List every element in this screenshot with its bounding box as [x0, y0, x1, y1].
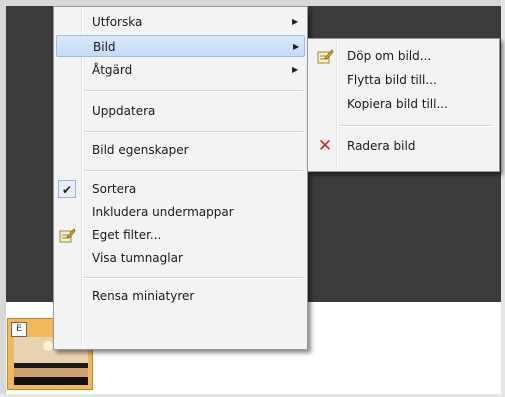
menu-separator [84, 277, 303, 279]
menu-item-label: Bild [93, 40, 116, 54]
menu-item-label: Rensa miniatyrer [92, 289, 195, 303]
menu-item-inkludera-undermappar[interactable]: Inkludera undermappar [56, 201, 305, 223]
menu-item-label: Inkludera undermappar [92, 205, 234, 219]
submenu-item-label: Flytta bild till... [347, 73, 437, 87]
menu-item-bild[interactable]: Bild ▶ [56, 35, 305, 57]
edit-icon [58, 226, 76, 244]
menu-item-utforska[interactable]: Utforska ▶ [56, 11, 305, 33]
menu-item-label: Visa tumnaglar [92, 251, 183, 265]
submenu-arrow-icon: ▶ [293, 42, 300, 51]
thumbnail-ground [14, 377, 88, 385]
bild-submenu: Döp om bild... Flytta bild till... Kopie… [307, 38, 500, 172]
submenu-item-label: Kopiera bild till... [347, 97, 448, 111]
submenu-item-flytta-bild[interactable]: Flytta bild till... [310, 69, 497, 91]
submenu-arrow-icon: ▶ [292, 65, 299, 74]
menu-item-label: Bild egenskaper [92, 143, 189, 157]
menu-item-label: Uppdatera [92, 104, 156, 118]
delete-icon: ✕ [317, 136, 333, 156]
menu-item-uppdatera[interactable]: Uppdatera [56, 100, 305, 122]
submenu-item-dop-om-bild[interactable]: Döp om bild... [310, 45, 497, 67]
menu-item-label: Eget filter... [92, 228, 162, 242]
thumbnail-sun [43, 341, 53, 351]
checkmark-icon: ✔ [58, 180, 76, 198]
menu-item-label: Åtgärd [92, 63, 133, 77]
rename-icon [316, 47, 334, 65]
thumbnail-badge: E [11, 322, 27, 337]
menu-separator [84, 170, 303, 172]
menu-separator [84, 131, 303, 133]
window-frame-right [501, 0, 505, 397]
menu-separator [84, 90, 303, 92]
menu-item-label: Utforska [92, 15, 143, 29]
submenu-arrow-icon: ▶ [292, 17, 299, 26]
menu-item-bild-egenskaper[interactable]: Bild egenskaper [56, 139, 305, 161]
menu-item-visa-tumnaglar[interactable]: Visa tumnaglar [56, 247, 305, 269]
submenu-item-radera-bild[interactable]: ✕ Radera bild [310, 135, 497, 157]
submenu-item-label: Döp om bild... [347, 49, 432, 63]
submenu-item-label: Radera bild [347, 139, 416, 153]
menu-item-atgard[interactable]: Åtgärd ▶ [56, 59, 305, 81]
menu-item-rensa-miniatyrer[interactable]: Rensa miniatyrer [56, 285, 305, 307]
menu-separator [340, 125, 492, 127]
menu-item-eget-filter[interactable]: Eget filter... [56, 224, 305, 246]
menu-item-sortera[interactable]: ✔ Sortera [56, 178, 305, 200]
context-menu: Utforska ▶ Bild ▶ Åtgärd ▶ Uppdatera Bil… [53, 6, 308, 350]
submenu-item-kopiera-bild[interactable]: Kopiera bild till... [310, 93, 497, 115]
menu-item-label: Sortera [92, 182, 137, 196]
